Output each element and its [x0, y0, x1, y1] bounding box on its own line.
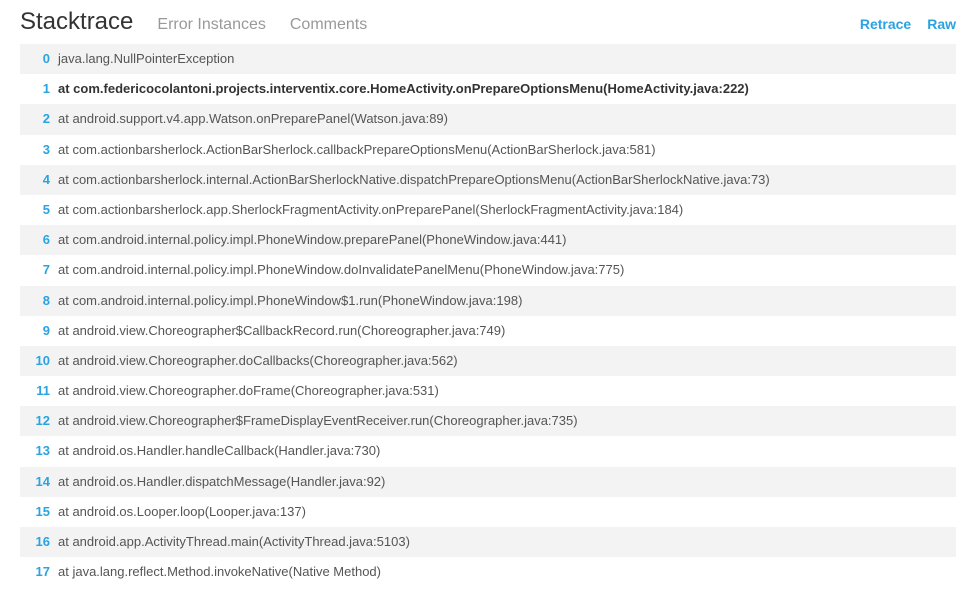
frame-number: 7 [28, 261, 50, 279]
frame-text: at com.actionbarsherlock.app.SherlockFra… [58, 201, 683, 219]
stack-frame[interactable]: 4 at com.actionbarsherlock.internal.Actio… [20, 165, 956, 195]
frame-number: 6 [28, 231, 50, 249]
stack-frame[interactable]: 11 at android.view.Choreographer.doFrame(… [20, 376, 956, 406]
header-actions: Retrace Raw [860, 16, 956, 32]
frame-text: at com.android.internal.policy.impl.Phon… [58, 231, 567, 249]
stack-frame[interactable]: 8 at com.android.internal.policy.impl.Pho… [20, 286, 956, 316]
stack-frame[interactable]: 13 at android.os.Handler.handleCallback(H… [20, 436, 956, 466]
frame-text: at java.lang.reflect.Method.invokeNative… [58, 563, 381, 581]
frame-text: at android.view.Choreographer.doCallback… [58, 352, 458, 370]
stack-frame[interactable]: 3 at com.actionbarsherlock.ActionBarSherl… [20, 135, 956, 165]
stack-frame[interactable]: 15 at android.os.Looper.loop(Looper.java:… [20, 497, 956, 527]
frame-text: at com.android.internal.policy.impl.Phon… [58, 292, 522, 310]
stack-frame[interactable]: 17 at java.lang.reflect.Method.invokeNati… [20, 557, 956, 587]
frame-number: 17 [28, 563, 50, 581]
stack-frame[interactable]: 2 at android.support.v4.app.Watson.onPrep… [20, 104, 956, 134]
frame-number: 0 [28, 50, 50, 68]
frame-text: at android.os.Handler.handleCallback(Han… [58, 442, 380, 460]
stack-frame[interactable]: 12 at android.view.Choreographer$FrameDis… [20, 406, 956, 436]
tabs: Stacktrace Error Instances Comments [20, 8, 860, 36]
stacktrace-list: 0 java.lang.NullPointerException 1 at com.f… [0, 44, 976, 597]
frame-text: at android.view.Choreographer$FrameDispl… [58, 412, 578, 430]
stack-frame[interactable]: 0 java.lang.NullPointerException [20, 44, 956, 74]
stack-frame[interactable]: 6 at com.android.internal.policy.impl.Pho… [20, 225, 956, 255]
frame-text: at com.actionbarsherlock.ActionBarSherlo… [58, 141, 656, 159]
frame-number: 9 [28, 322, 50, 340]
stack-frame[interactable]: 1 at com.federicocolantoni.projects.inter… [20, 74, 956, 104]
stack-frame[interactable]: 14 at android.os.Handler.dispatchMessage(… [20, 467, 956, 497]
frame-number: 5 [28, 201, 50, 219]
stack-frame[interactable]: 10 at android.view.Choreographer.doCallba… [20, 346, 956, 376]
raw-link[interactable]: Raw [927, 16, 956, 32]
frame-number: 1 [28, 80, 50, 98]
tab-error-instances[interactable]: Error Instances [157, 16, 265, 34]
frame-text: at android.os.Looper.loop(Looper.java:13… [58, 503, 306, 521]
frame-number: 2 [28, 110, 50, 128]
frame-text: at com.actionbarsherlock.internal.Action… [58, 171, 770, 189]
frame-text: at android.os.Handler.dispatchMessage(Ha… [58, 473, 385, 491]
frame-number: 11 [28, 382, 50, 400]
frame-number: 10 [28, 352, 50, 370]
frame-number: 15 [28, 503, 50, 521]
frame-text: at com.android.internal.policy.impl.Phon… [58, 261, 624, 279]
tab-stacktrace[interactable]: Stacktrace [20, 8, 133, 36]
tab-comments[interactable]: Comments [290, 16, 367, 34]
frame-number: 13 [28, 442, 50, 460]
frame-number: 12 [28, 412, 50, 430]
retrace-link[interactable]: Retrace [860, 16, 911, 32]
frame-number: 4 [28, 171, 50, 189]
frame-text: at android.view.Choreographer.doFrame(Ch… [58, 382, 439, 400]
stack-frame[interactable]: 7 at com.android.internal.policy.impl.Pho… [20, 255, 956, 285]
frame-text: at android.view.Choreographer$CallbackRe… [58, 322, 505, 340]
frame-text: at android.app.ActivityThread.main(Activ… [58, 533, 410, 551]
frame-text: at android.support.v4.app.Watson.onPrepa… [58, 110, 448, 128]
frame-text: at com.federicocolantoni.projects.interv… [58, 80, 749, 98]
stack-frame[interactable]: 9 at android.view.Choreographer$CallbackR… [20, 316, 956, 346]
frame-text: java.lang.NullPointerException [58, 50, 234, 68]
stack-frame[interactable]: 5 at com.actionbarsherlock.app.SherlockFr… [20, 195, 956, 225]
frame-number: 8 [28, 292, 50, 310]
frame-number: 3 [28, 141, 50, 159]
stack-frame[interactable]: 16 at android.app.ActivityThread.main(Act… [20, 527, 956, 557]
frame-number: 14 [28, 473, 50, 491]
frame-number: 16 [28, 533, 50, 551]
header: Stacktrace Error Instances Comments Retr… [0, 0, 976, 44]
